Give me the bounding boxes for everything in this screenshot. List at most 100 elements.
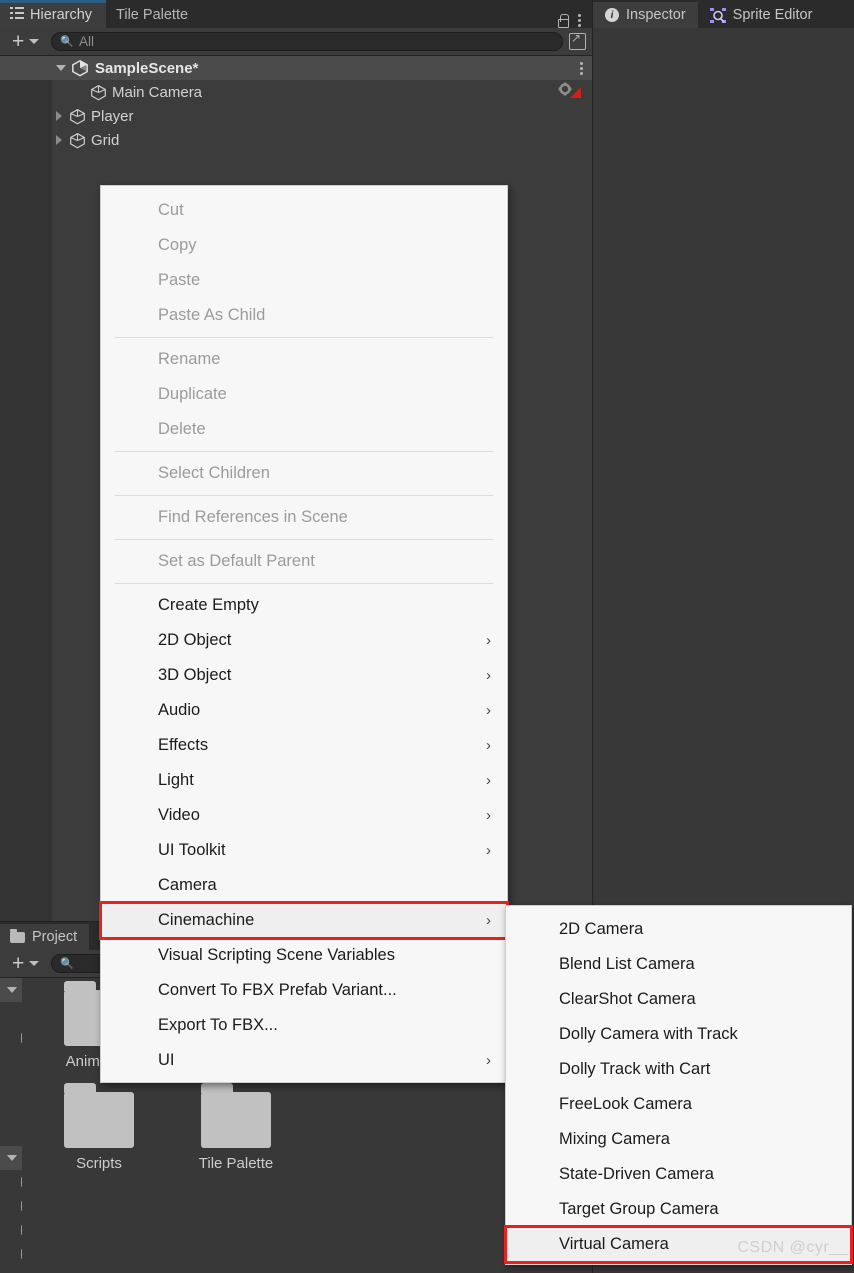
menu-item-export-to-fbx[interactable]: Export To FBX...: [101, 1008, 507, 1043]
submenu-item-target-group-camera[interactable]: Target Group Camera: [506, 1192, 851, 1227]
folder-icon: [64, 1092, 134, 1148]
menu-item-effects[interactable]: Effects ›: [101, 728, 507, 763]
project-row-2d-aseprite[interactable]: 2D Aseprite Importer: [0, 1194, 22, 1218]
menu-item-convert-to-fbx-prefab-variant[interactable]: Convert To FBX Prefab Variant...: [101, 973, 507, 1008]
submenu-item-label: 2D Camera: [559, 920, 643, 939]
tab-inspector[interactable]: i Inspector: [593, 2, 698, 28]
menu-item-visual-scripting-scene-variables[interactable]: Visual Scripting Scene Variables: [101, 938, 507, 973]
tab-project[interactable]: Project: [0, 924, 89, 950]
menu-item-rename[interactable]: Rename: [101, 342, 507, 377]
plus-icon: +: [12, 31, 24, 52]
menu-item-ui-toolkit[interactable]: UI Toolkit›: [101, 833, 507, 868]
chevron-right-icon: ›: [486, 807, 491, 824]
project-row-assets[interactable]: Assets: [0, 978, 22, 1002]
project-row-2d-common[interactable]: 2D Common: [0, 1218, 22, 1242]
menu-item-select-children[interactable]: Select Children: [101, 456, 507, 491]
menu-item-label: Camera: [158, 876, 217, 895]
create-dropdown-button[interactable]: +: [6, 31, 45, 52]
menu-item-light[interactable]: Light›: [101, 763, 507, 798]
tab-sprite-editor-label: Sprite Editor: [733, 7, 813, 23]
submenu-item-blend-list-camera[interactable]: Blend List Camera: [506, 947, 851, 982]
project-row-2d-animation[interactable]: 2D Animation: [0, 1170, 22, 1194]
submenu-item-state-driven-camera[interactable]: State-Driven Camera: [506, 1157, 851, 1192]
menu-item-3d-object[interactable]: 3D Object›: [101, 658, 507, 693]
menu-item-delete[interactable]: Delete: [101, 412, 507, 447]
submenu-item-label: State-Driven Camera: [559, 1165, 714, 1184]
asset-folder-label: Scripts: [76, 1155, 122, 1172]
tab-tile-palette[interactable]: Tile Palette: [106, 2, 202, 28]
project-row-tile-palette[interactable]: Tile Palette: [0, 1122, 22, 1146]
plus-icon: +: [12, 953, 24, 974]
submenu-item-label: Virtual Camera: [559, 1235, 669, 1254]
project-create-dropdown-button[interactable]: +: [6, 953, 45, 974]
submenu-item-clearshot-camera[interactable]: ClearShot Camera: [506, 982, 851, 1017]
menu-item-ui[interactable]: UI›: [101, 1043, 507, 1078]
menu-item-set-as-default-parent[interactable]: Set as Default Parent: [101, 544, 507, 579]
menu-item-camera[interactable]: Camera: [101, 868, 507, 903]
chevron-right-icon[interactable]: [56, 135, 62, 145]
unity-editor-window: Hierarchy Tile Palette + 🔍 All: [0, 0, 854, 1273]
menu-item-cinemachine[interactable]: Cinemachine›: [101, 903, 507, 938]
menu-item-paste[interactable]: Paste: [101, 263, 507, 298]
hierarchy-row-player[interactable]: Player: [0, 104, 592, 128]
menu-item-paste-as-child[interactable]: Paste As Child: [101, 298, 507, 333]
chevron-right-icon[interactable]: [56, 111, 62, 121]
menu-item-audio[interactable]: Audio›: [101, 693, 507, 728]
sprite-editor-icon: [710, 8, 726, 23]
menu-item-label: Effects: [158, 736, 208, 755]
submenu-item-freelook-camera[interactable]: FreeLook Camera: [506, 1087, 851, 1122]
watermark: CSDN @cyr__: [737, 1239, 848, 1257]
submenu-item-label: FreeLook Camera: [559, 1095, 692, 1114]
unity-scene-icon: [71, 59, 89, 77]
chevron-down-icon: [29, 961, 39, 966]
chevron-down-icon[interactable]: [56, 65, 66, 71]
chevron-right-icon: ›: [486, 1052, 491, 1069]
chevron-right-icon: ›: [486, 737, 491, 754]
tab-hierarchy-label: Hierarchy: [30, 7, 92, 23]
menu-item-label: Find References in Scene: [158, 508, 348, 527]
menu-item-create-empty[interactable]: Create Empty: [101, 588, 507, 623]
project-row-2d-pixel-perfect[interactable]: 2D Pixel Perfect: [0, 1242, 22, 1266]
submenu-item-dolly-camera-with-track[interactable]: Dolly Camera with Track: [506, 1017, 851, 1052]
menu-separator: [115, 583, 493, 584]
cinemachine-submenu: 2D Camera Blend List Camera ClearShot Ca…: [505, 905, 852, 1265]
hierarchy-tab-icons: [557, 12, 592, 28]
menu-item-label: Paste: [158, 271, 200, 290]
tab-sprite-editor[interactable]: Sprite Editor: [698, 2, 825, 28]
submenu-item-2d-camera[interactable]: 2D Camera: [506, 912, 851, 947]
hierarchy-row-main-camera[interactable]: Main Camera: [0, 80, 592, 104]
tab-hierarchy[interactable]: Hierarchy: [0, 2, 106, 28]
menu-item-2d-object[interactable]: 2D Object›: [101, 623, 507, 658]
project-row-scripts[interactable]: Scripts: [0, 1098, 22, 1122]
menu-item-copy[interactable]: Copy: [101, 228, 507, 263]
menu-item-cut[interactable]: Cut: [101, 193, 507, 228]
menu-item-label: UI Toolkit: [158, 841, 226, 860]
chevron-down-icon[interactable]: [4, 987, 20, 993]
lock-icon[interactable]: [557, 14, 568, 27]
open-in-new-icon[interactable]: [569, 33, 586, 50]
hierarchy-row-grid[interactable]: Grid: [0, 128, 592, 152]
submenu-item-mixing-camera[interactable]: Mixing Camera: [506, 1122, 851, 1157]
menu-separator: [115, 495, 493, 496]
submenu-item-dolly-track-with-cart[interactable]: Dolly Track with Cart: [506, 1052, 851, 1087]
menu-item-label: Rename: [158, 350, 220, 369]
project-row-materials[interactable]: Materials: [0, 1050, 22, 1074]
menu-item-video[interactable]: Video›: [101, 798, 507, 833]
project-row-scenes[interactable]: Scenes: [0, 1074, 22, 1098]
more-options-icon[interactable]: [578, 12, 582, 28]
asset-folder-item[interactable]: Tile Palette: [181, 1092, 291, 1172]
menu-item-duplicate[interactable]: Duplicate: [101, 377, 507, 412]
hierarchy-list-icon: [10, 7, 24, 23]
audio-listener-icon[interactable]: [558, 82, 584, 102]
chevron-down-icon[interactable]: [4, 1155, 20, 1161]
asset-folder-item[interactable]: Scripts: [44, 1092, 154, 1172]
hierarchy-row-grid-label: Grid: [91, 132, 119, 149]
menu-item-find-references-in-scene[interactable]: Find References in Scene: [101, 500, 507, 535]
project-row-packages[interactable]: Packages: [0, 1146, 22, 1170]
search-input[interactable]: 🔍 All: [51, 32, 563, 51]
project-row-graphics[interactable]: Graphics: [0, 1026, 22, 1050]
hierarchy-row-scene[interactable]: SampleScene*: [0, 56, 592, 80]
menu-item-label: Create Empty: [158, 596, 259, 615]
scene-more-options-icon[interactable]: [580, 60, 584, 76]
project-row-animation[interactable]: Animation: [0, 1002, 22, 1026]
